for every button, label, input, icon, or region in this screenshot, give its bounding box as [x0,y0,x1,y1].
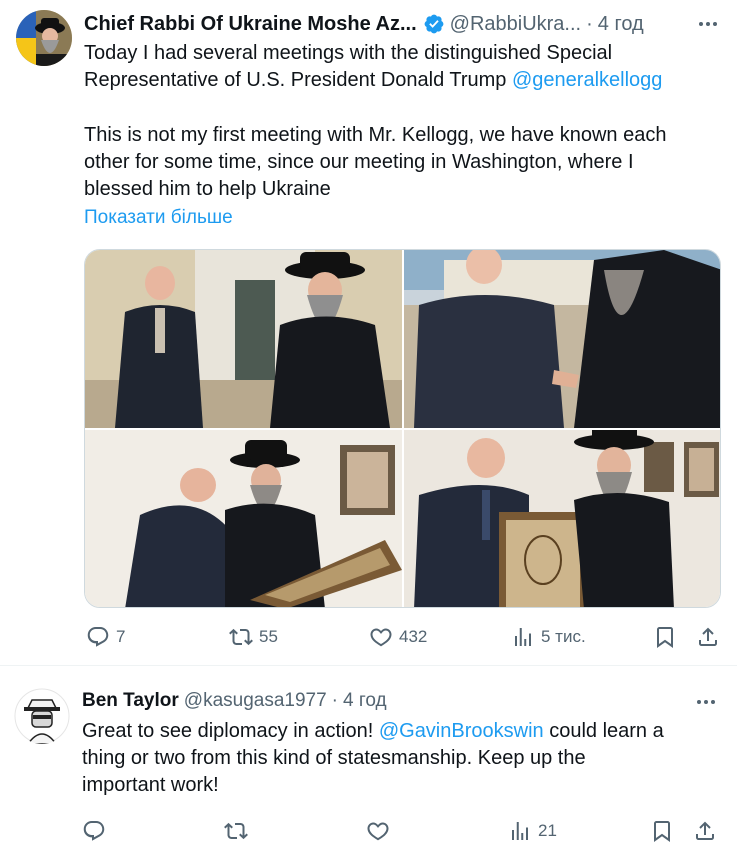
reply-icon [83,821,105,841]
share-icon [696,821,714,840]
reply-button[interactable] [82,819,106,843]
reply-author-avatar[interactable] [14,688,70,744]
like-button[interactable] [366,819,390,843]
reply-header: Ben Taylor @kasugasa1977 · 4 год [82,689,387,713]
reply-icon [87,627,109,647]
photo-3[interactable] [85,430,402,607]
like-icon [370,628,392,647]
tweet-text-line: Representative of U.S. President Donald … [84,67,662,94]
bookmark-icon [654,821,670,842]
reply-text-line: important work! [82,772,219,799]
reply-button[interactable]: 7 [86,625,125,649]
like-count: 432 [399,627,428,646]
photo-1[interactable] [85,250,402,428]
repost-icon [224,822,248,840]
media-grid [84,249,721,608]
reply-text: thing or two from this kind of statesman… [82,747,586,769]
show-more-link[interactable]: Показати більше [84,207,233,229]
bookmark-button[interactable] [650,819,674,843]
more-dots-icon[interactable] [697,700,715,704]
reply-text: could learn a [543,720,664,742]
tweet-text-line: blessed him to help Ukraine [84,176,331,203]
main-tweet[interactable]: Chief Rabbi Of Ukraine Moshe Az... @Rabb… [0,0,737,665]
tweet-text: This is not my first meeting with Mr. Ke… [84,124,667,146]
share-button[interactable] [693,819,717,843]
reply-text-line: Great to see diplomacy in action! @Gavin… [82,718,664,745]
verified-badge-icon [424,14,444,34]
tweet-text-line: Today I had several meetings with the di… [84,40,612,67]
views-button[interactable]: 21 [508,819,557,843]
reply-text-line: thing or two from this kind of statesman… [82,745,586,772]
views-count: 21 [538,821,557,840]
views-icon [512,822,528,840]
more-dots-icon[interactable] [699,22,717,26]
repost-icon [229,628,253,646]
separator-dot: · [586,13,593,35]
tweet-text: Today I had several meetings with the di… [84,42,613,64]
photo-2[interactable] [404,250,720,428]
tweet-text: Representative of U.S. President Donald … [84,69,512,91]
bookmark-icon [657,627,673,648]
tweet-text-line: other for some time, since our meeting i… [84,149,634,176]
reply-author-handle[interactable]: @kasugasa1977 [184,689,327,713]
like-icon [367,822,389,841]
tweet-header: Chief Rabbi Of Ukraine Moshe Az... @Rabb… [84,12,644,36]
author-handle[interactable]: @RabbiUkra... [450,12,581,36]
separator-dot: · [331,690,338,711]
bookmark-button[interactable] [653,625,677,649]
author-name[interactable]: Chief Rabbi Of Ukraine Moshe Az... [84,12,417,36]
reply-author-name[interactable]: Ben Taylor [82,689,179,713]
tweet-text: other for some time, since our meeting i… [84,151,634,173]
mention-link[interactable]: @GavinBrookswin [379,720,544,742]
reply-tweet[interactable]: Ben Taylor @kasugasa1977 · 4 год Great t… [0,666,737,851]
tweet-text-line: This is not my first meeting with Mr. Ke… [84,122,666,149]
reply-text: Great to see diplomacy in action! [82,720,379,742]
reply-count: 7 [116,627,126,646]
repost-count: 55 [259,627,278,646]
tweet-time[interactable]: 4 год [598,12,644,36]
mention-link[interactable]: @generalkellogg [512,69,662,91]
views-icon [515,628,531,646]
repost-button[interactable]: 55 [229,625,278,649]
reply-time[interactable]: 4 год [343,689,387,713]
like-button[interactable]: 432 [369,625,427,649]
author-avatar[interactable] [16,10,72,66]
tweet-text: blessed him to help Ukraine [84,178,331,200]
photo-4[interactable] [404,430,720,607]
reply-text: important work! [82,774,219,796]
share-button[interactable] [696,625,720,649]
views-button[interactable]: 5 тис. [511,625,586,649]
views-count: 5 тис. [541,627,586,646]
share-icon [699,627,717,646]
repost-button[interactable] [224,819,248,843]
